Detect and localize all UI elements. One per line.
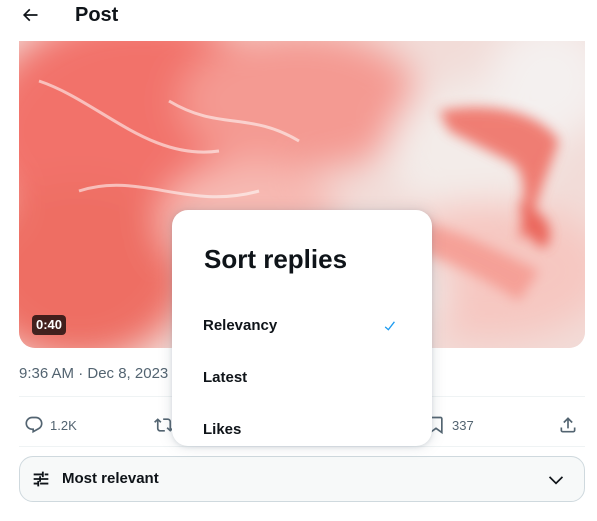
reply-count: 1.2K: [50, 417, 77, 433]
repost-icon: [154, 418, 174, 432]
checkmark-icon: [384, 321, 395, 331]
bookmark-button[interactable]: 337: [426, 410, 474, 440]
repost-button[interactable]: [154, 410, 174, 440]
page-title: Post: [75, 4, 119, 26]
chevron-down-icon: [548, 476, 564, 485]
sort-replies-menu: Sort replies Relevancy Latest Likes: [172, 210, 432, 446]
menu-title: Sort replies: [204, 244, 348, 274]
sort-selected-label: Most relevant: [62, 470, 159, 487]
arrow-left-icon: [22, 8, 38, 22]
sort-option-relevancy[interactable]: Relevancy: [172, 300, 432, 352]
sort-option-likes[interactable]: Likes: [172, 404, 432, 456]
bookmark-count: 337: [452, 417, 474, 433]
share-button[interactable]: [558, 410, 578, 440]
sort-option-label: Likes: [203, 421, 242, 438]
back-button[interactable]: [14, 0, 46, 30]
share-icon: [560, 417, 576, 433]
reply-button[interactable]: 1.2K: [24, 410, 77, 440]
sort-replies-dropdown[interactable]: Most relevant: [19, 456, 585, 502]
sort-option-label: Relevancy: [203, 317, 278, 334]
sort-option-label: Latest: [203, 369, 248, 386]
sort-option-latest[interactable]: Latest: [172, 352, 432, 404]
post-timestamp[interactable]: 9:36 AM · Dec 8, 2023: [19, 365, 168, 383]
video-duration-badge: 0:40: [32, 315, 67, 335]
filter-icon: [33, 471, 49, 487]
top-bar: Post: [0, 0, 597, 32]
reply-icon: [25, 416, 43, 434]
